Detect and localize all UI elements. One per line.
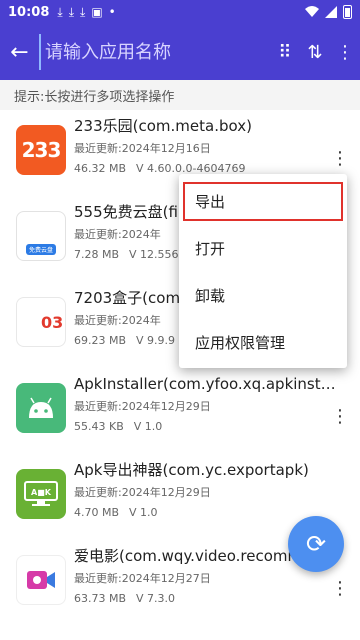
app-version: V 9.9.9 <box>136 334 176 347</box>
7203-icon-text2: 03 <box>41 312 64 332</box>
app-update-date: 最近更新:2024年12月16日 <box>74 142 211 155</box>
app-name: 233乐园(com.meta.box) <box>74 117 252 135</box>
apk-export-icon: A■K <box>16 469 66 519</box>
menu-item-permissions[interactable]: 应用权限管理 <box>179 319 347 366</box>
app-update-date: 最近更新:2024年12月29日 <box>74 400 211 413</box>
app-icon: ▣ <box>91 5 103 19</box>
grid-icon: ⠿ <box>278 41 292 63</box>
sort-button[interactable]: ⇅ <box>300 24 330 80</box>
app-size: 55.43 KB <box>74 420 124 433</box>
overflow-menu-button[interactable]: ⋮ <box>330 24 360 80</box>
back-button[interactable]: ← <box>0 24 39 80</box>
wifi-icon <box>305 6 319 17</box>
signal-icon <box>325 6 337 18</box>
app-version: V 7.3.0 <box>136 592 176 605</box>
status-time: 10:08 <box>8 4 50 20</box>
dot-icon: • <box>108 5 116 19</box>
app-size: 46.32 MB <box>74 162 127 175</box>
app-name: ApkInstaller(com.yfoo.xq.apkinstaller) <box>74 375 344 393</box>
555-icon-sub: 免费云盘 <box>25 243 56 255</box>
download-icon: ⤓ <box>80 4 86 19</box>
7203-icon: 72 03 <box>16 297 66 347</box>
movie-icon <box>16 555 66 605</box>
app-version: V 1.0 <box>129 506 158 519</box>
item-more-button[interactable]: ⋮ <box>330 580 350 598</box>
sort-icon: ⇅ <box>307 41 323 63</box>
item-more-button[interactable]: ⋮ <box>330 150 350 168</box>
context-menu: 导出 打开 卸载 应用权限管理 <box>179 174 347 368</box>
app-update-date: 最近更新:2024年12月27日 <box>74 572 211 585</box>
android-icon <box>16 383 66 433</box>
7203-icon-text: 72 <box>18 312 41 332</box>
grid-view-button[interactable]: ⠿ <box>270 24 300 80</box>
233-icon: 233 <box>16 125 66 175</box>
menu-item-export[interactable]: 导出 <box>179 178 347 225</box>
notification-icons: ⤓ ⤓ ⤓ ▣ • <box>57 5 115 20</box>
555-icon-glyph: 5 <box>34 217 48 242</box>
555-icon: 5 免费云盘 <box>16 211 66 261</box>
app-size: 63.73 MB <box>74 592 127 605</box>
app-version: V 12.556 <box>129 248 179 261</box>
app-size: 4.70 MB <box>74 506 120 519</box>
download-icon: ⤓ <box>68 4 75 19</box>
more-vert-icon: ⋮ <box>336 41 354 63</box>
arrow-left-icon: ← <box>10 39 29 65</box>
menu-item-open[interactable]: 打开 <box>179 225 347 272</box>
download-icon: ⤓ <box>57 4 63 19</box>
app-size: 7.28 MB <box>74 248 120 261</box>
app-update-date: 最近更新:2024年12月29日 <box>74 486 211 499</box>
app-bar: ← ⠿ ⇅ ⋮ <box>0 24 360 80</box>
app-name: Apk导出神器(com.yc.exportapk) <box>74 461 309 479</box>
refresh-fab-button[interactable]: ⟳ <box>288 516 344 572</box>
app-size: 69.23 MB <box>74 334 127 347</box>
apk-export-icon-text: A■K <box>31 488 52 497</box>
item-more-button[interactable]: ⋮ <box>330 408 350 426</box>
search-input[interactable] <box>39 34 270 70</box>
status-bar: 10:08 ⤓ ⤓ ⤓ ▣ • <box>0 0 360 24</box>
list-item[interactable]: ApkInstaller(com.yfoo.xq.apkinstaller) 最… <box>0 368 360 454</box>
refresh-icon: ⟳ <box>305 530 327 558</box>
menu-item-uninstall[interactable]: 卸载 <box>179 272 347 319</box>
app-version: V 1.0 <box>133 420 163 433</box>
hint-bar: 提示:长按进行多项选择操作 <box>0 80 360 110</box>
battery-icon <box>343 5 352 19</box>
